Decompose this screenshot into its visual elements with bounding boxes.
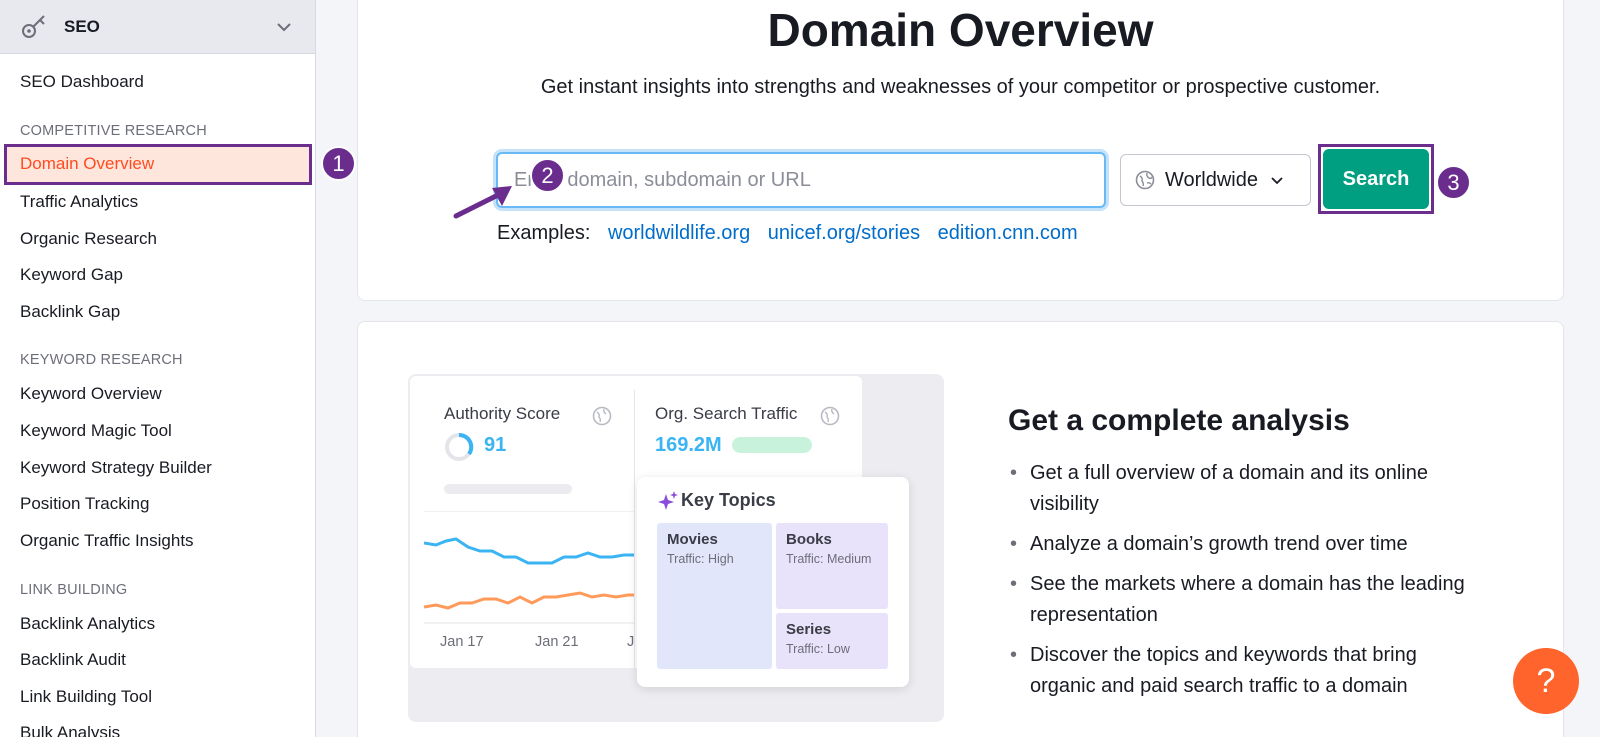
topic-name: Movies	[667, 531, 718, 548]
domain-search-field[interactable]	[496, 152, 1106, 208]
sidebar-item-seo-dashboard[interactable]: SEO Dashboard	[20, 70, 144, 94]
list-item: Get a full overview of a domain and its …	[1008, 458, 1478, 520]
search-button[interactable]: Search	[1323, 149, 1429, 209]
divider	[634, 390, 635, 670]
examples-label: Examples:	[497, 222, 591, 244]
key-icon	[22, 14, 45, 38]
example-link[interactable]: worldwildlife.org	[608, 222, 750, 244]
examples-row: Examples: worldwildlife.org unicef.org/s…	[497, 222, 1078, 245]
sidebar-item-keyword-strategy-builder[interactable]: Keyword Strategy Builder	[20, 456, 212, 480]
search-traffic-label: Org. Search Traffic	[655, 404, 798, 423]
authority-score-label: Authority Score	[444, 404, 561, 423]
help-button[interactable]: ?	[1513, 648, 1579, 714]
date-label: Jan 21	[535, 634, 579, 650]
topic-name: Books	[786, 531, 832, 548]
annotation-badge-1: 1	[321, 146, 356, 181]
sidebar-item-organic-research[interactable]: Organic Research	[20, 227, 157, 251]
topic-traffic: Traffic: High	[667, 552, 734, 566]
globe-icon	[1135, 170, 1155, 190]
list-item: See the markets where a domain has the l…	[1008, 569, 1478, 631]
domain-search-input[interactable]	[514, 168, 1088, 192]
topic-name: Series	[786, 621, 832, 638]
search-traffic-value: 169.2M	[655, 434, 722, 456]
date-label: J	[627, 634, 635, 650]
sidebar-item-keyword-gap[interactable]: Keyword Gap	[20, 263, 123, 287]
trend-chart	[424, 511, 634, 624]
database-select[interactable]: Worldwide	[1120, 154, 1311, 206]
globe-icon	[820, 406, 840, 426]
dashboard-illustration: Authority Score 91 Org. Search Traffic 1…	[408, 374, 944, 722]
annotation-badge-2: 2	[530, 158, 565, 193]
sidebar-item-backlink-analytics[interactable]: Backlink Analytics	[20, 612, 155, 636]
topic-tile: Books Traffic: Medium	[776, 523, 888, 609]
list-item: Analyze a domain’s growth trend over tim…	[1008, 529, 1478, 560]
page-subtitle: Get instant insights into strengths and …	[540, 76, 1381, 98]
database-label: Worldwide	[1165, 168, 1258, 191]
chevron-down-icon[interactable]	[275, 18, 293, 36]
page-title: Domain Overview	[767, 4, 1154, 56]
domain-search-card: Domain Overview Get instant insights int…	[357, 0, 1564, 301]
section-keyword-research: KEYWORD RESEARCH	[20, 352, 183, 368]
list-item: Discover the topics and keywords that br…	[1008, 640, 1478, 702]
authority-score-ring	[445, 432, 474, 461]
sidebar-item-keyword-magic-tool[interactable]: Keyword Magic Tool	[20, 419, 172, 443]
sidebar-item-bulk-analysis[interactable]: Bulk Analysis	[20, 721, 120, 737]
sidebar-item-position-tracking[interactable]: Position Tracking	[20, 492, 149, 516]
analysis-title: Get a complete analysis	[1008, 404, 1350, 437]
tool-title: SEO	[64, 16, 100, 36]
sidebar: SEO SEO Dashboard COMPETITIVE RESEARCH D…	[0, 0, 316, 737]
sidebar-item-link-building-tool[interactable]: Link Building Tool	[20, 685, 152, 709]
key-topics-card: Key Topics Movies Traffic: High Books Tr…	[637, 477, 909, 687]
section-link-building: LINK BUILDING	[20, 582, 128, 598]
topic-tile: Movies Traffic: High	[657, 523, 772, 669]
annotation-badge-3: 3	[1436, 165, 1471, 200]
key-topics-title: Key Topics	[681, 490, 776, 510]
sidebar-item-domain-overview[interactable]: Domain Overview	[4, 144, 312, 185]
trend-pill	[732, 437, 812, 453]
sidebar-item-backlink-audit[interactable]: Backlink Audit	[20, 648, 126, 672]
tool-switcher[interactable]: SEO	[0, 0, 315, 54]
authority-score-value: 91	[484, 434, 507, 456]
placeholder-bar	[444, 484, 572, 494]
sparkle-icon	[658, 491, 678, 510]
chevron-down-icon	[1271, 177, 1283, 185]
sidebar-item-keyword-overview[interactable]: Keyword Overview	[20, 382, 162, 406]
sidebar-item-label: Domain Overview	[20, 154, 155, 173]
example-link[interactable]: edition.cnn.com	[938, 222, 1078, 244]
sidebar-item-traffic-analytics[interactable]: Traffic Analytics	[20, 190, 138, 214]
topic-traffic: Traffic: Medium	[786, 552, 872, 566]
example-link[interactable]: unicef.org/stories	[768, 222, 920, 244]
analysis-bullets: Get a full overview of a domain and its …	[1008, 458, 1478, 711]
sidebar-item-backlink-gap[interactable]: Backlink Gap	[20, 300, 120, 324]
section-competitive-research: COMPETITIVE RESEARCH	[20, 123, 207, 139]
date-label: Jan 17	[440, 634, 484, 650]
globe-icon	[592, 406, 612, 426]
topic-traffic: Traffic: Low	[786, 642, 850, 656]
annotation-arrow	[453, 186, 512, 219]
topic-tile: Series Traffic: Low	[776, 613, 888, 669]
sidebar-item-organic-traffic-insights[interactable]: Organic Traffic Insights	[20, 529, 194, 553]
analysis-card: Authority Score 91 Org. Search Traffic 1…	[357, 321, 1564, 737]
